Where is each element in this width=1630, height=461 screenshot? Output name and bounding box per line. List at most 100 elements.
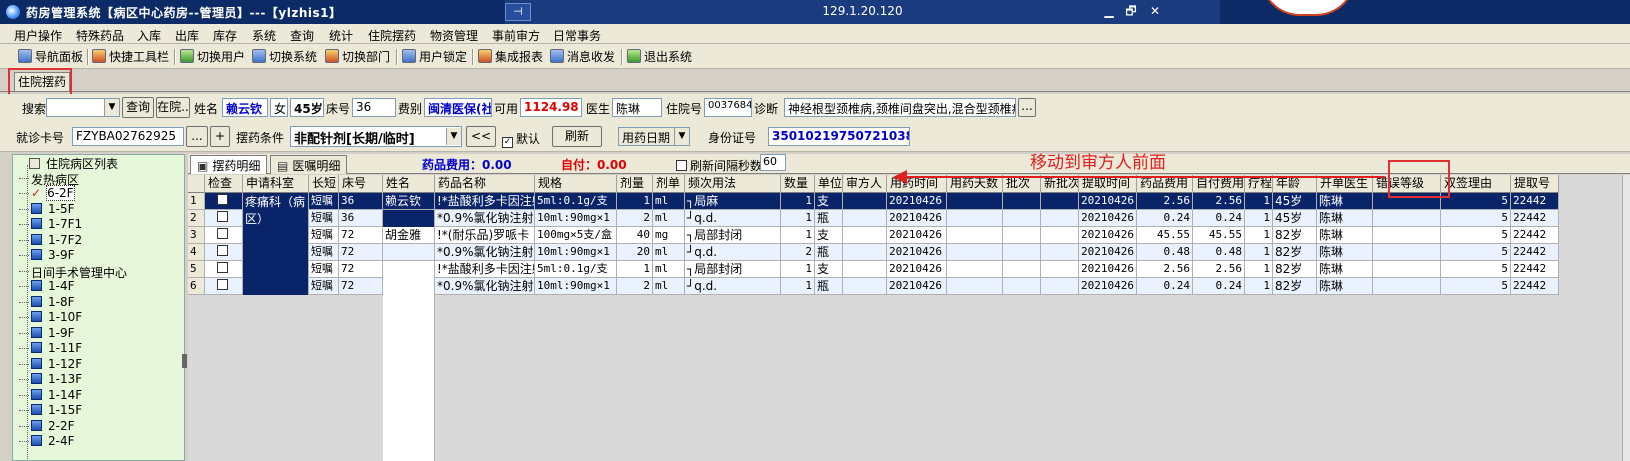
row-checkbox-cell[interactable] bbox=[205, 210, 243, 227]
tree-item[interactable]: 1-7F2 bbox=[19, 233, 82, 249]
tool-messages[interactable]: 消息收发 bbox=[550, 48, 615, 66]
tree-item[interactable]: 1-10F bbox=[19, 310, 82, 326]
refresh-button[interactable]: 刷新 bbox=[552, 126, 602, 147]
tool-exit[interactable]: 退出系统 bbox=[627, 48, 692, 66]
pin-icon[interactable]: ⊣ bbox=[505, 3, 531, 21]
tree-item[interactable]: 发热病区 bbox=[19, 171, 79, 187]
column-header[interactable]: 规格 bbox=[535, 175, 617, 193]
splitter-handle[interactable] bbox=[182, 354, 187, 368]
menu-statistics[interactable]: 统计 bbox=[329, 27, 353, 44]
tree-item[interactable]: 2-2F bbox=[19, 419, 75, 435]
tree-item[interactable]: 日间手术管理中心 bbox=[19, 264, 127, 280]
checkbox[interactable] bbox=[217, 279, 228, 290]
tool-reports[interactable]: 集成报表 bbox=[478, 48, 543, 66]
menu-system[interactable]: 系统 bbox=[252, 27, 276, 44]
row-checkbox-cell[interactable] bbox=[205, 244, 243, 261]
menu-inventory[interactable]: 库存 bbox=[213, 27, 237, 44]
column-header[interactable]: 审方人 bbox=[843, 175, 887, 193]
refresh-interval-input[interactable]: 60 bbox=[760, 154, 786, 171]
tree-item[interactable]: 1-5F bbox=[19, 202, 75, 218]
tree-item-selected[interactable]: ✓ 6-2F bbox=[19, 185, 75, 202]
checkbox[interactable] bbox=[217, 194, 228, 205]
column-header[interactable]: 剂单 bbox=[653, 175, 685, 193]
tree-item[interactable]: 1-9F bbox=[19, 326, 75, 342]
column-header[interactable]: 数量 bbox=[781, 175, 815, 193]
card-more-button[interactable]: ... bbox=[186, 126, 208, 147]
column-header[interactable]: 药品名称 bbox=[435, 175, 535, 193]
restore-icon[interactable]: 🗗 bbox=[1121, 3, 1141, 20]
menu-daily-affairs[interactable]: 日常事务 bbox=[553, 27, 601, 44]
column-header[interactable] bbox=[188, 175, 205, 193]
column-header[interactable]: 检查 bbox=[205, 175, 243, 193]
tool-switch-system[interactable]: 切换系统 bbox=[252, 48, 317, 66]
menu-inpatient-dispense[interactable]: 住院摆药 bbox=[368, 27, 416, 44]
tree-item[interactable]: 1-4F bbox=[19, 279, 75, 295]
back-button[interactable]: << bbox=[466, 126, 496, 147]
table-cell: 1 bbox=[1245, 210, 1273, 227]
checkbox-checked[interactable]: ✓ bbox=[502, 137, 513, 148]
tool-quick-toolbar[interactable]: 快捷工具栏 bbox=[92, 48, 169, 66]
row-checkbox-cell[interactable] bbox=[205, 227, 243, 244]
row-checkbox-cell[interactable] bbox=[205, 261, 243, 278]
tab-order-detail[interactable]: ▤ 医嘱明细 bbox=[270, 155, 348, 174]
tool-switch-dept[interactable]: 切换部门 bbox=[325, 48, 390, 66]
default-checkbox[interactable]: ✓ 默认 bbox=[502, 130, 540, 148]
menu-stock-out[interactable]: 出库 bbox=[175, 27, 199, 44]
checkbox[interactable] bbox=[217, 211, 228, 222]
menu-user-ops[interactable]: 用户操作 bbox=[14, 27, 62, 44]
tree-item[interactable]: 1-12F bbox=[19, 357, 82, 373]
menu-special-drugs[interactable]: 特殊药品 bbox=[76, 27, 124, 44]
tree-item[interactable]: 1-8F bbox=[19, 295, 75, 311]
add-button[interactable]: + bbox=[210, 126, 230, 147]
query-button[interactable]: 查询 bbox=[122, 97, 154, 118]
chevron-down-icon[interactable]: ▼ bbox=[446, 128, 461, 145]
table-row[interactable]: 1 短嘱 36 赖云钦 !*盐酸利多卡因注射 5ml:0.1g/支 1 ml ┐局麻 1 支 2021… bbox=[188, 193, 1559, 210]
tree-item[interactable]: 3-9F bbox=[19, 248, 75, 264]
tree-root[interactable]: 住院病区列表 bbox=[29, 155, 118, 171]
menu-stock-in[interactable]: 入库 bbox=[137, 27, 161, 44]
tool-user-lock[interactable]: 用户锁定 bbox=[402, 48, 467, 66]
tool-nav-panel[interactable]: 导航面板 bbox=[18, 48, 83, 66]
minimize-icon[interactable]: ▁ bbox=[1099, 3, 1119, 20]
column-header[interactable]: 床号 bbox=[339, 175, 383, 193]
tree-item[interactable]: 1-13F bbox=[19, 372, 82, 388]
column-header[interactable]: 单位 bbox=[815, 175, 843, 193]
column-header[interactable]: 双签理由 bbox=[1441, 175, 1511, 193]
table-cell: 2.56 bbox=[1193, 193, 1245, 210]
menu-materials[interactable]: 物资管理 bbox=[430, 27, 478, 44]
checkbox[interactable] bbox=[217, 245, 228, 256]
row-checkbox-cell[interactable] bbox=[205, 278, 243, 295]
close-icon[interactable]: ✕ bbox=[1145, 3, 1165, 20]
checkbox[interactable] bbox=[676, 160, 687, 171]
column-header[interactable]: 申请科室 bbox=[243, 175, 309, 193]
tree-item[interactable]: 1-14F bbox=[19, 388, 82, 404]
checkbox[interactable] bbox=[217, 228, 228, 239]
vertical-scrollbar[interactable] bbox=[1622, 175, 1630, 461]
column-header[interactable]: 长短 bbox=[309, 175, 339, 193]
app-icon bbox=[6, 5, 20, 19]
tree-item[interactable]: 1-11F bbox=[19, 341, 82, 357]
row-checkbox-cell[interactable] bbox=[205, 193, 243, 210]
tree-item[interactable]: 2-4F bbox=[19, 434, 75, 450]
tree-item[interactable]: 1-15F bbox=[19, 403, 82, 419]
menu-query[interactable]: 查询 bbox=[290, 27, 314, 44]
table-cell: 陈琳 bbox=[1317, 227, 1373, 244]
table-row[interactable]: 3 短嘱 72 胡金雅 !*(耐乐品)罗哌卡 100mg×5支/盒 40 mg ┐局部封闭 1 支 2… bbox=[188, 227, 1559, 244]
column-header[interactable]: 提取号 bbox=[1511, 175, 1559, 193]
tree-item[interactable]: 1-7F1 bbox=[19, 217, 82, 233]
auto-refresh-checkbox[interactable]: 刷新间隔秒数 bbox=[676, 157, 762, 174]
inhospital-button[interactable]: 在院.. bbox=[156, 97, 190, 118]
chevron-down-icon[interactable]: ▼ bbox=[674, 128, 689, 145]
column-header[interactable]: 剂量 bbox=[617, 175, 653, 193]
checkbox[interactable] bbox=[217, 262, 228, 273]
column-header[interactable]: 频次用法 bbox=[685, 175, 781, 193]
diagnosis-more-button[interactable]: ... bbox=[1018, 98, 1036, 117]
menu-pre-review[interactable]: 事前审方 bbox=[492, 27, 540, 44]
chevron-down-icon[interactable]: ▼ bbox=[104, 99, 119, 116]
tab-dispense-detail[interactable]: ▣ 摆药明细 bbox=[190, 155, 268, 174]
condition-select[interactable]: 非配针剂[长期/临时] bbox=[290, 126, 462, 147]
card-input[interactable]: FZYBA02762925 bbox=[72, 127, 184, 146]
column-header[interactable]: 姓名 bbox=[383, 175, 435, 193]
tool-switch-user[interactable]: 切换用户 bbox=[180, 48, 245, 66]
table-row[interactable]: 4 短嘱 72 *0.9%氯化钠注射液 10ml:90mg×1 20 ml ┘q.d. 2 瓶 20… bbox=[188, 244, 1559, 261]
